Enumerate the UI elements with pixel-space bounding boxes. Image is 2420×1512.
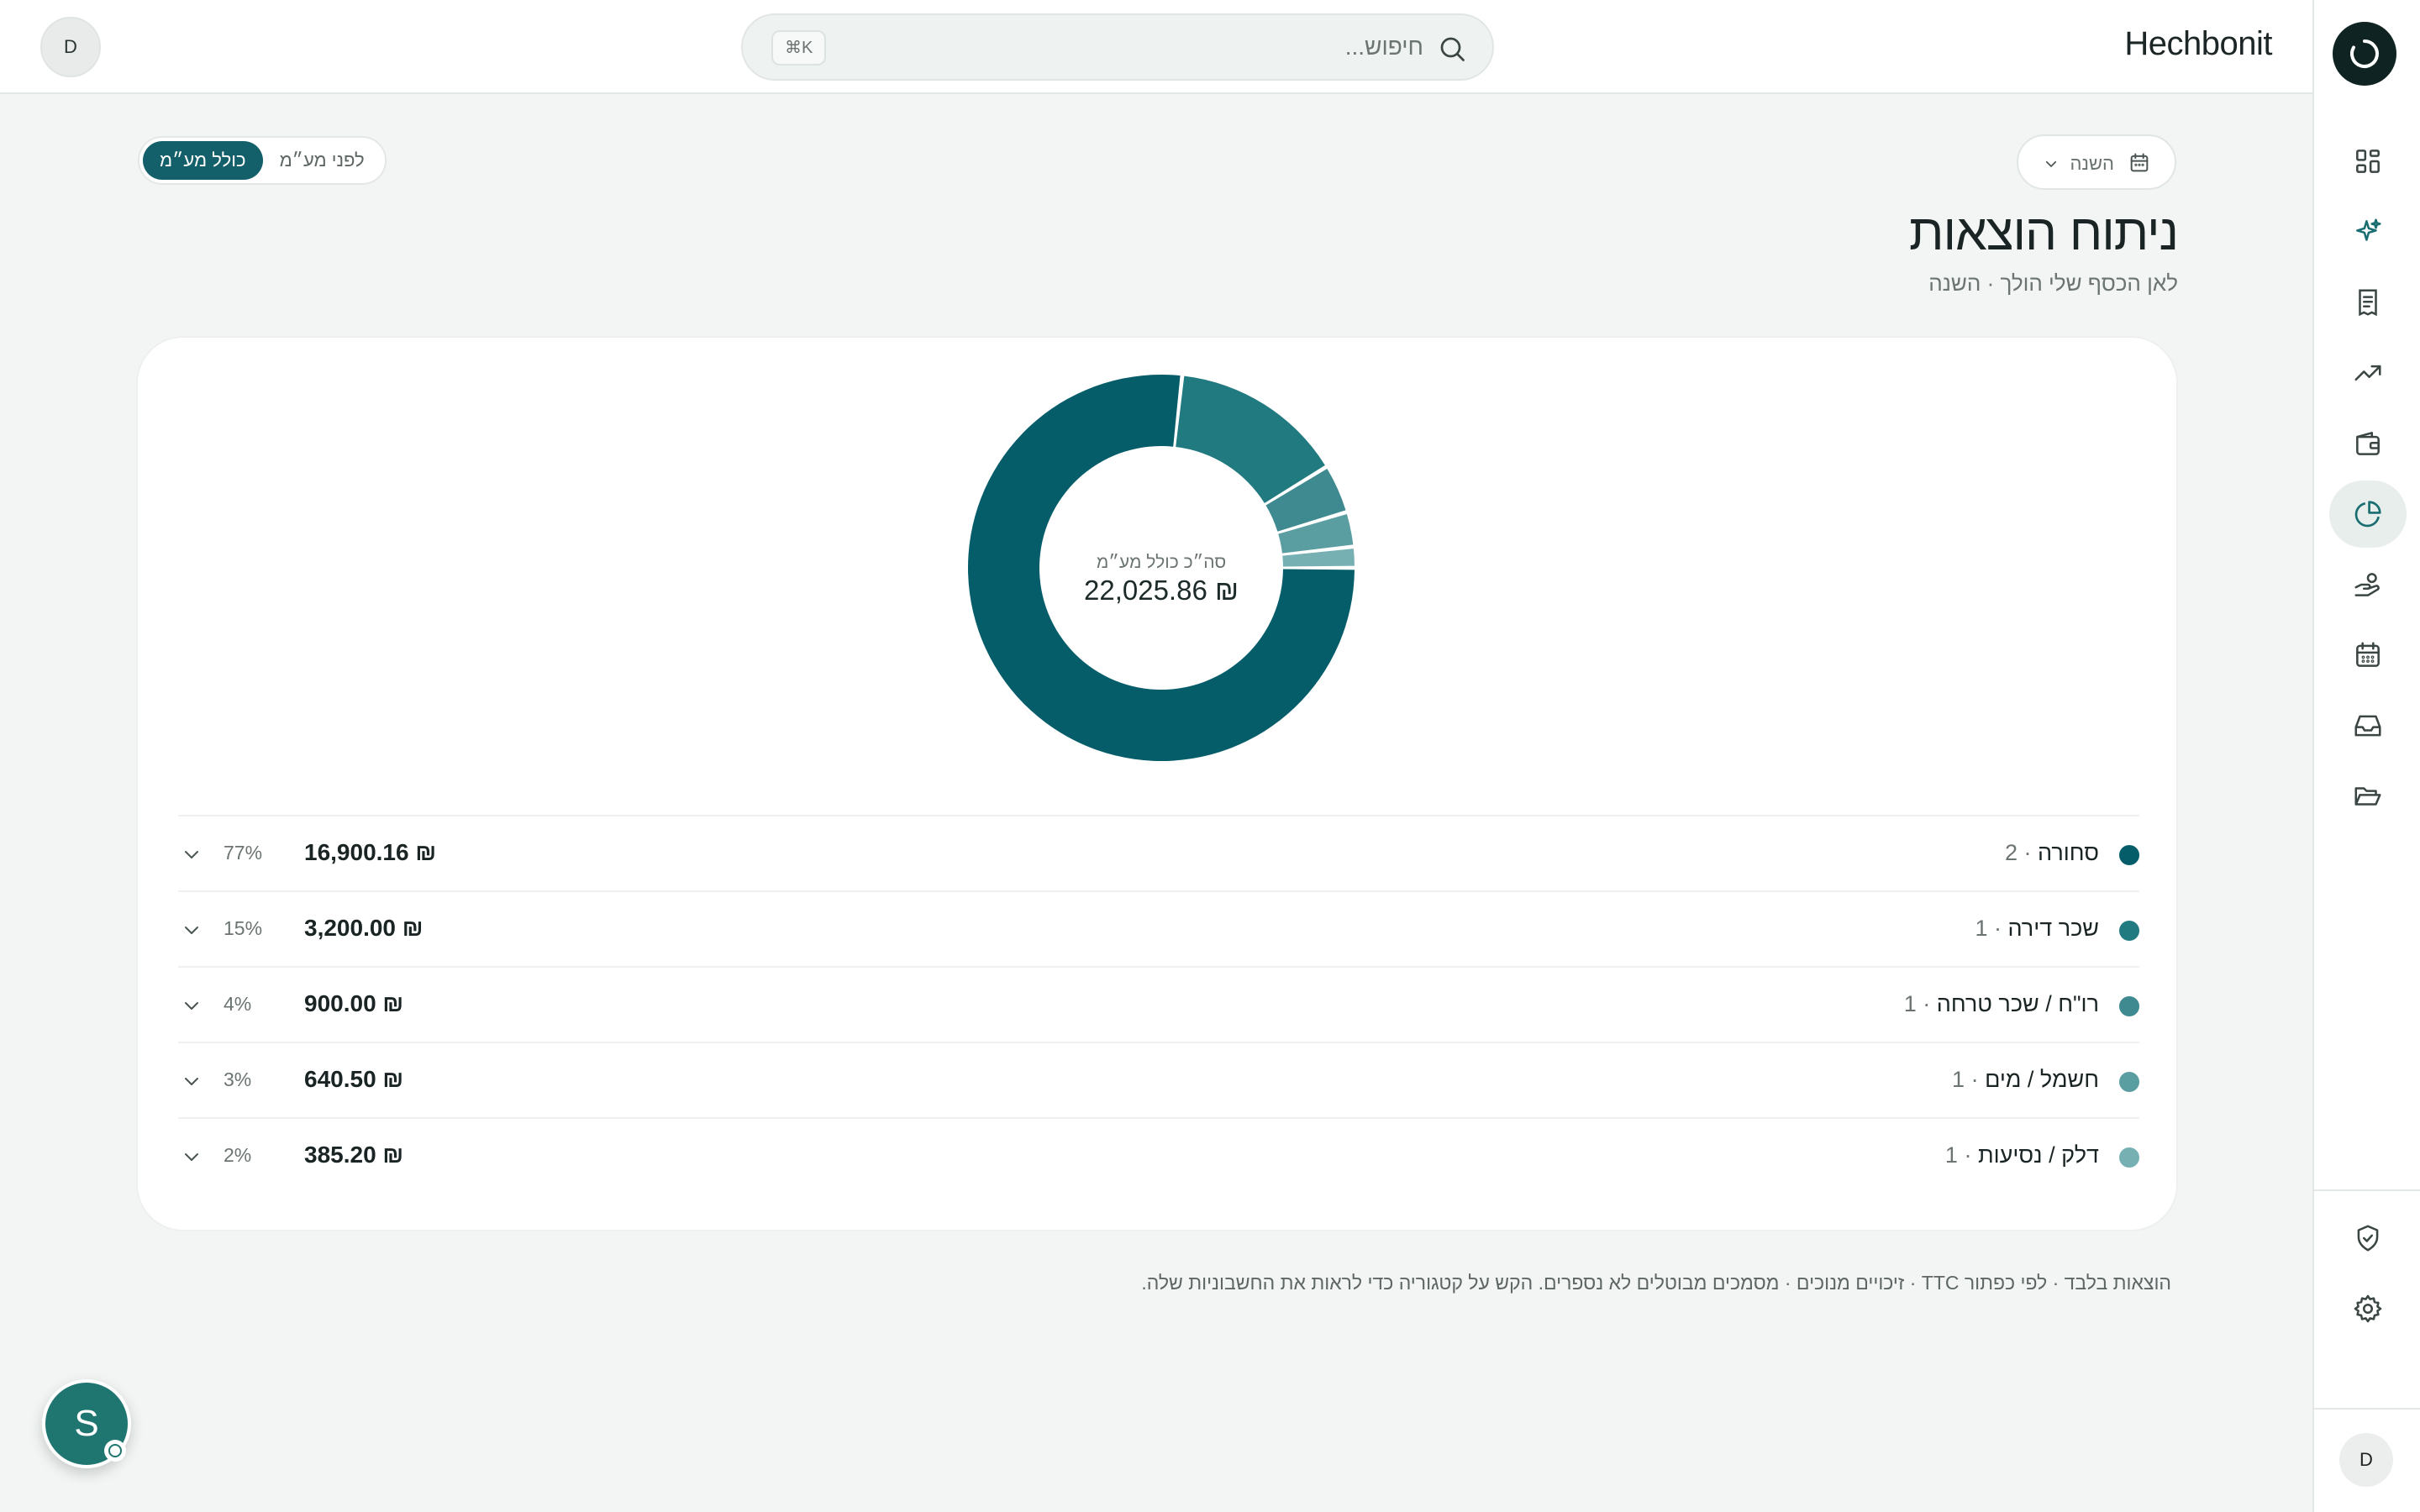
category-amount: ₪ 900.00 — [304, 990, 404, 1016]
category-percent: 15% — [224, 917, 263, 939]
calendar-icon — [2130, 153, 2149, 172]
category-color-dot — [2119, 996, 2139, 1016]
sidebar-item-analysis[interactable] — [2329, 480, 2407, 548]
category-row[interactable]: רו"ח / שכר טרחה · 1 ₪ 900.00 4% — [178, 966, 2139, 1042]
category-row[interactable]: דלק / נסיעות · 1 ₪ 385.20 2% — [178, 1117, 2139, 1193]
sidebar-divider — [2314, 1189, 2420, 1191]
vat-including-option[interactable]: כולל מע״מ — [143, 141, 263, 180]
category-count: 1 — [1975, 916, 1988, 941]
hand-coins-icon — [2354, 573, 2380, 596]
sidebar-divider — [2314, 1408, 2420, 1410]
sidebar-user-avatar[interactable]: D — [2339, 1433, 2393, 1487]
sidebar-item-payments[interactable] — [2329, 551, 2407, 618]
sidebar-item-wallet[interactable] — [2329, 410, 2407, 477]
currency-symbol: ₪ — [415, 839, 437, 865]
category-name: רו"ח / שכר טרחה · 1 — [1903, 991, 2099, 1016]
category-row[interactable]: חשמל / מים · 1 ₪ 640.50 3% — [178, 1042, 2139, 1117]
sidebar-item-inbox[interactable] — [2329, 692, 2407, 759]
category-percent: 4% — [224, 993, 252, 1015]
assistant-status-icon — [104, 1440, 126, 1462]
category-name: דלק / נסיעות · 1 — [1944, 1142, 2099, 1168]
category-row[interactable]: שכר דירה · 1 ₪ 3,200.00 15% — [178, 890, 2139, 966]
category-color-dot — [2119, 845, 2139, 865]
chevron-down-icon — [2045, 160, 2057, 167]
chevron-down-icon[interactable] — [182, 844, 202, 864]
search-icon — [1440, 37, 1465, 61]
expense-breakdown-card: סה״כ כולל מע״מ ₪ 22,025.86 סחורה · 2 ₪ 16… — [136, 336, 2178, 1231]
category-amount: ₪ 640.50 — [304, 1066, 404, 1092]
category-count: 1 — [1944, 1142, 1958, 1168]
shield-check-icon — [2357, 1225, 2379, 1252]
category-amount: ₪ 3,200.00 — [304, 915, 424, 941]
category-row[interactable]: סחורה · 2 ₪ 16,900.16 77% — [178, 815, 2139, 890]
currency-symbol: ₪ — [402, 915, 424, 941]
search-input[interactable]: חיפוש... — [1345, 34, 1423, 60]
sidebar-item-settings[interactable] — [2329, 1275, 2407, 1342]
category-amount: ₪ 16,900.16 — [304, 839, 437, 865]
receipt-icon — [2359, 289, 2377, 317]
logo-ring-icon — [2350, 39, 2379, 68]
donut-center-label: סה״כ כולל מע״מ — [1096, 553, 1227, 572]
category-amount: ₪ 385.20 — [304, 1142, 404, 1168]
category-color-dot — [2119, 1072, 2139, 1092]
brand-name: Hechbonit — [2124, 25, 2272, 62]
currency-symbol: ₪ — [382, 1142, 404, 1168]
category-percent: 2% — [224, 1144, 252, 1166]
chevron-down-icon[interactable] — [182, 920, 202, 940]
keyboard-shortcut-badge: ⌘K — [771, 30, 827, 66]
sidebar-item-security[interactable] — [2329, 1205, 2407, 1272]
folder-open-icon — [2354, 787, 2381, 806]
sidebar-item-trends[interactable] — [2329, 339, 2407, 407]
vat-before-option[interactable]: לפני מע״מ — [263, 141, 381, 180]
chevron-down-icon[interactable] — [182, 1147, 202, 1167]
grid-icon — [2356, 150, 2380, 173]
sidebar-item-dashboard[interactable] — [2329, 128, 2407, 195]
category-count: 1 — [1952, 1067, 1965, 1092]
vat-toggle: כולל מע״מ לפני מע״מ — [138, 136, 387, 185]
page-title: ניתוח הוצאות — [1909, 204, 2179, 260]
currency-symbol: ₪ — [382, 990, 404, 1016]
period-dropdown[interactable]: השנה — [2017, 134, 2176, 190]
top-bar: D ⌘K חיפוש... Hechbonit — [0, 0, 2312, 94]
sparkles-icon — [2356, 218, 2381, 241]
category-name: שכר דירה · 1 — [1975, 916, 2099, 941]
sidebar-item-receipts[interactable] — [2329, 269, 2407, 336]
currency-symbol: ₪ — [382, 1066, 404, 1092]
calendar-icon — [2356, 642, 2380, 667]
chevron-down-icon[interactable] — [182, 995, 202, 1016]
pie-chart-icon — [2354, 501, 2381, 528]
footnote: הוצאות בלבד · לפי כפתור TTC · זיכויים מנ… — [1141, 1272, 2171, 1294]
wallet-icon — [2356, 432, 2380, 455]
category-name: סחורה · 2 — [2005, 840, 2099, 865]
category-count: 2 — [2005, 840, 2018, 865]
category-color-dot — [2119, 921, 2139, 941]
sidebar-item-assistant[interactable] — [2329, 198, 2407, 265]
donut-center-total: ₪ 22,025.86 — [1083, 575, 1239, 606]
chevron-down-icon[interactable] — [182, 1071, 202, 1091]
category-name: חשמל / מים · 1 — [1952, 1067, 2099, 1092]
gear-icon — [2354, 1294, 2382, 1323]
category-count: 1 — [1903, 991, 1917, 1016]
search-bar[interactable]: ⌘K חיפוש... — [741, 13, 1494, 81]
category-percent: 3% — [224, 1068, 252, 1090]
app-logo[interactable] — [2333, 22, 2396, 86]
sidebar: D — [2312, 0, 2420, 1512]
trending-up-icon — [2354, 365, 2381, 381]
period-label: השנה — [2070, 153, 2114, 174]
category-color-dot — [2119, 1147, 2139, 1168]
page-subtitle: לאן הכסף שלי הולך · השנה — [1928, 270, 2178, 296]
user-avatar[interactable]: D — [40, 17, 101, 77]
category-percent: 77% — [224, 842, 263, 864]
inbox-icon — [2354, 715, 2381, 737]
sidebar-item-calendar[interactable] — [2329, 622, 2407, 689]
sidebar-item-folders[interactable] — [2329, 763, 2407, 830]
